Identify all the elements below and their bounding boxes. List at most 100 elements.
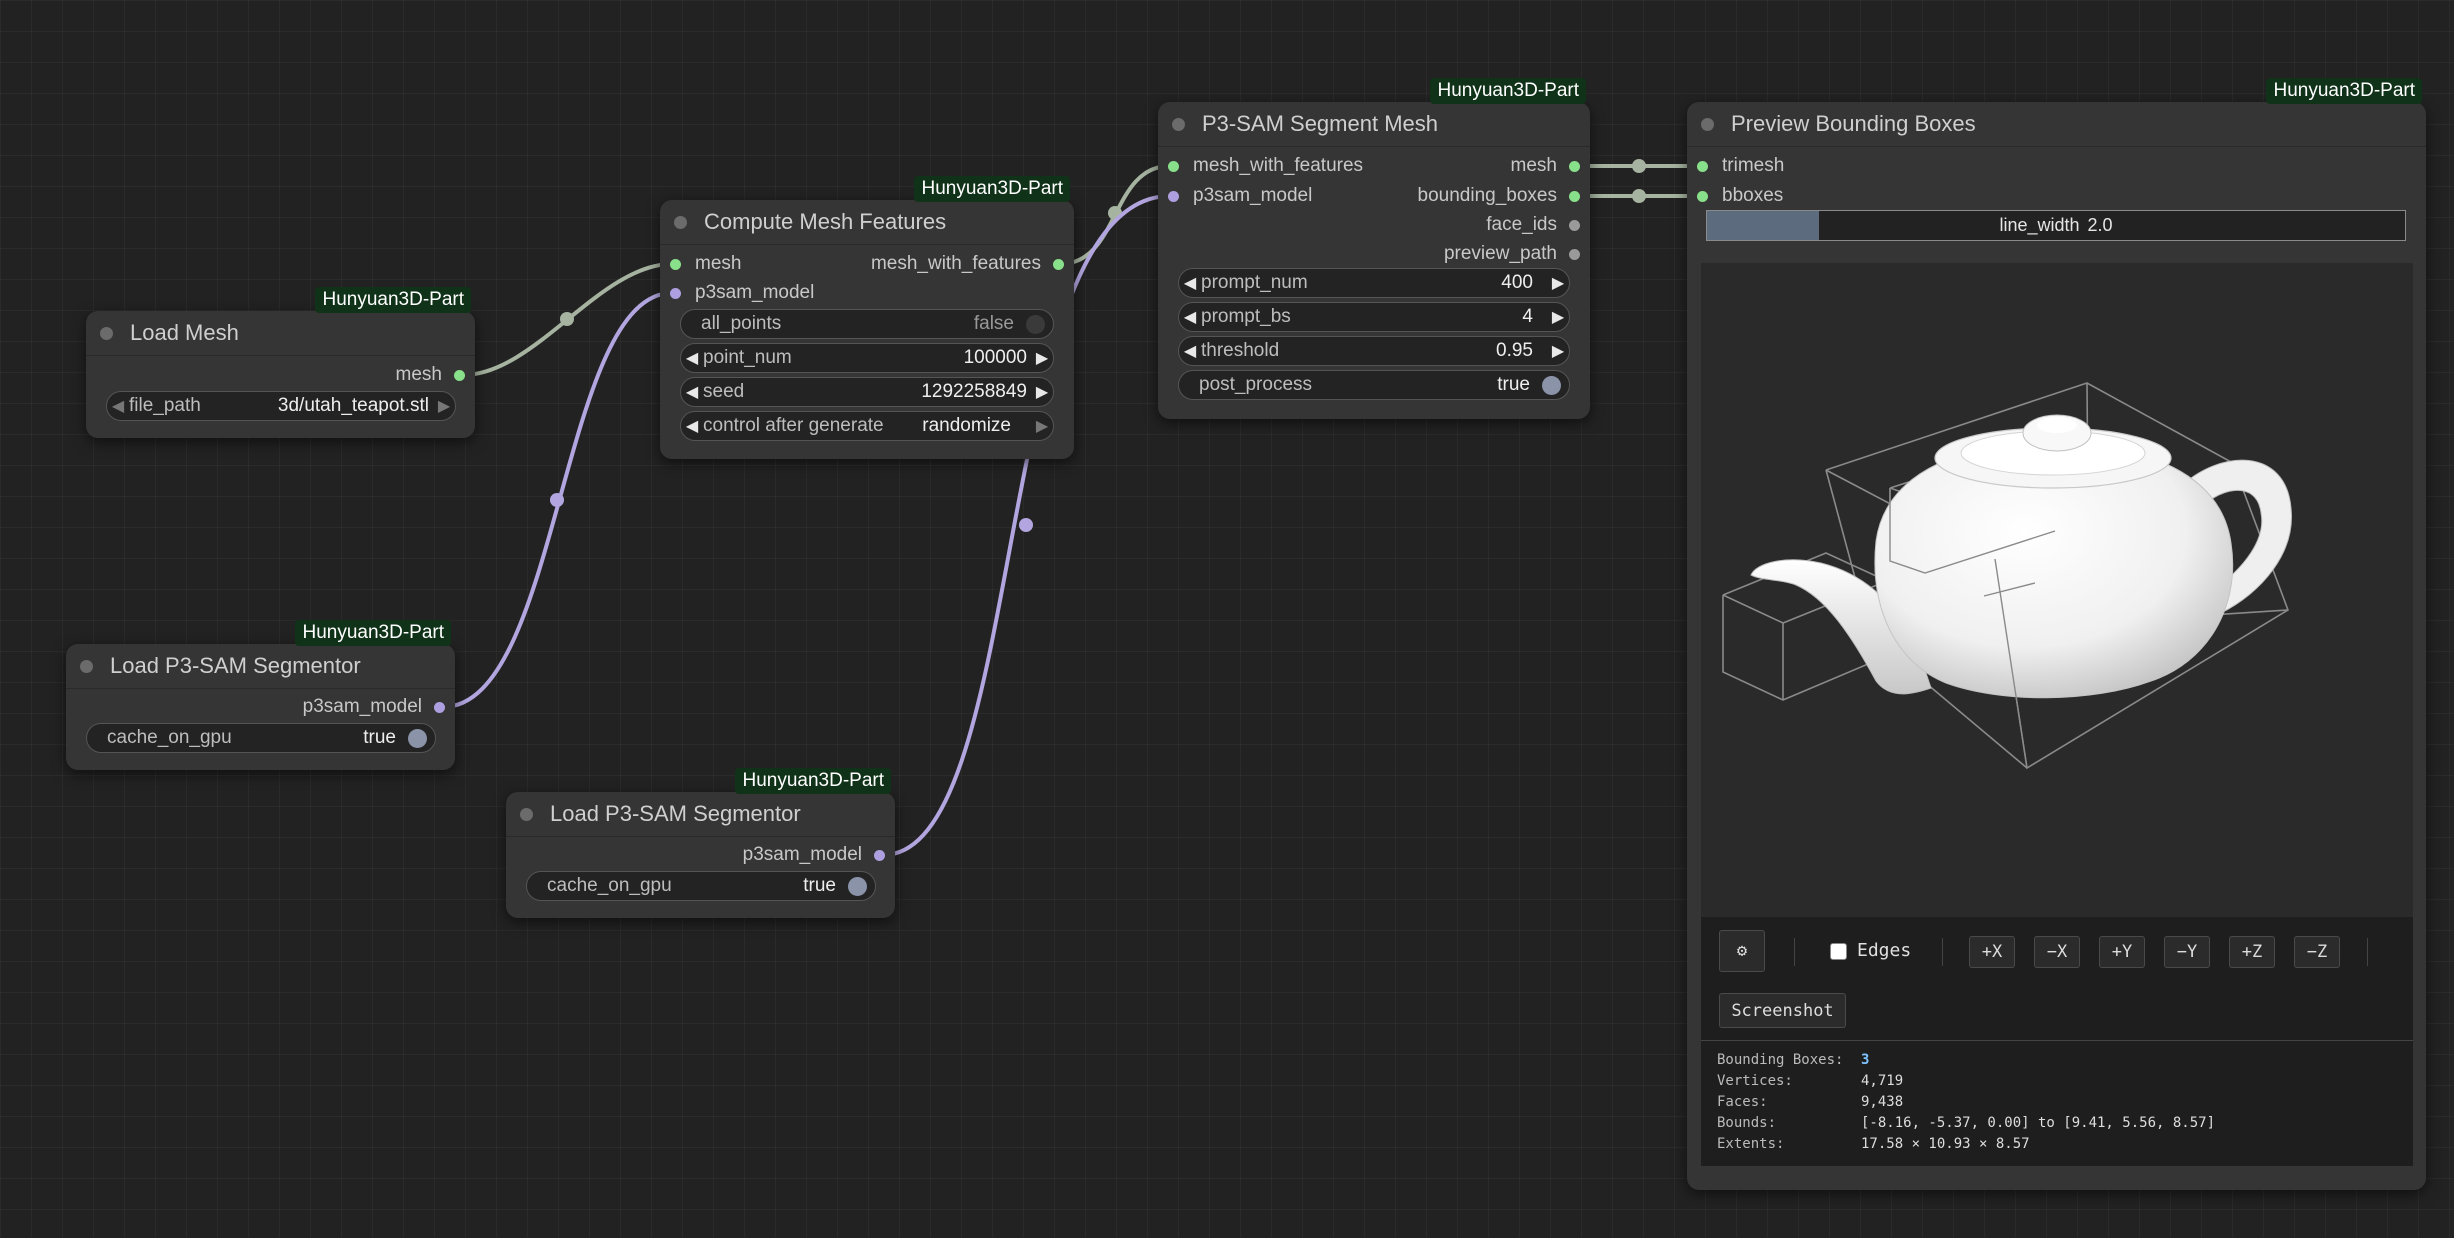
post-process-toggle[interactable]: post_process true — [1178, 370, 1570, 400]
collapse-dot[interactable] — [520, 807, 533, 821]
slot-dot[interactable] — [670, 287, 681, 299]
node-load-p3sam-segmentor[interactable]: Hunyuan3D-Part Load P3-SAM Segmentor p3s… — [506, 768, 895, 918]
wire-model-to-compute[interactable] — [442, 291, 673, 709]
edges-checkbox[interactable] — [1830, 943, 1847, 960]
slot-label: preview_path — [1443, 243, 1557, 264]
collapse-dot[interactable] — [1701, 117, 1714, 131]
slot-dot[interactable] — [874, 849, 885, 861]
node-header[interactable]: Preview Bounding Boxes — [1687, 102, 2426, 147]
wire-reroute-dot[interactable] — [1108, 206, 1122, 220]
arrow-right-icon[interactable]: ▶ — [1031, 416, 1053, 436]
wire-reroute-dot[interactable] — [1632, 159, 1646, 173]
arrow-left-icon[interactable]: ◀ — [1179, 341, 1201, 361]
slot-dot[interactable] — [1697, 190, 1708, 202]
widget-value: 4 — [1522, 306, 1533, 327]
widget-name: threshold — [1201, 340, 1280, 361]
wire-reroute-dot[interactable] — [550, 493, 564, 507]
arrow-left-icon[interactable]: ◀ — [1179, 273, 1201, 293]
slot-dot[interactable] — [1569, 219, 1580, 231]
input-slot-mesh-with-features[interactable]: mesh_with_features — [1168, 152, 1363, 180]
control-after-generate-combo[interactable]: ◀ control after generate randomize ▶ — [680, 411, 1054, 441]
toggle-knob[interactable] — [1542, 375, 1561, 395]
output-slot-mesh[interactable]: mesh — [1511, 152, 1580, 180]
view-minus-x-button[interactable]: −X — [2034, 936, 2080, 968]
cache-on-gpu-toggle[interactable]: cache_on_gpu true — [86, 723, 436, 753]
view-plus-y-button[interactable]: +Y — [2099, 936, 2145, 968]
gear-icon: ⚙ — [1736, 941, 1748, 961]
view-plus-z-button[interactable]: +Z — [2229, 936, 2275, 968]
cache-on-gpu-toggle[interactable]: cache_on_gpu true — [526, 871, 876, 901]
output-slot-p3sam-model[interactable]: p3sam_model — [303, 693, 445, 721]
input-slot-p3sam-model[interactable]: p3sam_model — [1168, 182, 1312, 210]
collapse-dot[interactable] — [100, 326, 113, 340]
collapse-dot[interactable] — [674, 215, 687, 229]
arrow-right-icon[interactable]: ▶ — [1547, 273, 1569, 293]
arrow-right-icon[interactable]: ▶ — [1031, 348, 1053, 368]
arrow-left-icon[interactable]: ◀ — [1179, 307, 1201, 327]
prompt-num-number[interactable]: ◀ prompt_num 400 ▶ — [1178, 268, 1570, 298]
view-minus-y-button[interactable]: −Y — [2164, 936, 2210, 968]
output-slot-face-ids[interactable]: face_ids — [1486, 211, 1580, 239]
file-path-combo[interactable]: ◀ file_path 3d/utah_teapot.stl ▶ — [106, 391, 456, 421]
node-compute-mesh-features[interactable]: Hunyuan3D-Part Compute Mesh Features mes… — [660, 176, 1074, 459]
input-slot-mesh[interactable]: mesh — [670, 250, 741, 278]
slot-dot[interactable] — [1569, 160, 1580, 172]
arrow-left-icon[interactable]: ◀ — [681, 348, 703, 368]
line-width-slider[interactable]: line_width 2.0 — [1706, 210, 2406, 241]
node-load-p3sam-segmentor[interactable]: Hunyuan3D-Part Load P3-SAM Segmentor p3s… — [66, 620, 455, 770]
node-header[interactable]: Load P3-SAM Segmentor — [506, 792, 895, 837]
arrow-right-icon[interactable]: ▶ — [1031, 382, 1053, 402]
arrow-left-icon[interactable]: ◀ — [107, 396, 129, 416]
wire-reroute-dot[interactable] — [1632, 189, 1646, 203]
seed-number[interactable]: ◀ seed 1292258849 ▶ — [680, 377, 1054, 407]
slot-dot[interactable] — [454, 369, 465, 381]
arrow-right-icon[interactable]: ▶ — [1547, 341, 1569, 361]
prompt-bs-number[interactable]: ◀ prompt_bs 4 ▶ — [1178, 302, 1570, 332]
collapse-dot[interactable] — [80, 659, 93, 673]
node-header[interactable]: P3-SAM Segment Mesh — [1158, 102, 1590, 147]
output-slot-p3sam-model[interactable]: p3sam_model — [743, 841, 885, 869]
wire-mesh-to-compute[interactable] — [462, 262, 673, 377]
view-minus-z-button[interactable]: −Z — [2294, 936, 2340, 968]
arrow-right-icon[interactable]: ▶ — [1547, 307, 1569, 327]
node-header[interactable]: Load Mesh — [86, 311, 475, 356]
widget-name: seed — [703, 381, 745, 402]
view-plus-x-button[interactable]: +X — [1969, 936, 2015, 968]
slot-dot[interactable] — [1168, 160, 1179, 172]
toggle-knob[interactable] — [1026, 314, 1045, 334]
threshold-number[interactable]: ◀ threshold 0.95 ▶ — [1178, 336, 1570, 366]
slot-dot[interactable] — [1569, 248, 1580, 260]
widget-name: control after generate — [703, 415, 884, 436]
slot-dot[interactable] — [1168, 190, 1179, 202]
node-p3sam-segment-mesh[interactable]: Hunyuan3D-Part P3-SAM Segment Mesh mesh_… — [1158, 78, 1590, 419]
output-slot-preview-path[interactable]: preview_path — [1444, 240, 1580, 268]
node-header[interactable]: Load P3-SAM Segmentor — [66, 644, 455, 689]
3d-viewport[interactable] — [1701, 263, 2413, 917]
slot-dot[interactable] — [434, 701, 445, 713]
settings-button[interactable]: ⚙ — [1719, 930, 1765, 972]
arrow-left-icon[interactable]: ◀ — [681, 382, 703, 402]
arrow-left-icon[interactable]: ◀ — [681, 416, 703, 436]
slot-dot[interactable] — [1569, 190, 1580, 202]
point-num-number[interactable]: ◀ point_num 100000 ▶ — [680, 343, 1054, 373]
node-header[interactable]: Compute Mesh Features — [660, 200, 1074, 245]
output-slot-mesh-with-features[interactable]: mesh_with_features — [871, 250, 1064, 278]
wire-features-to-segment[interactable] — [1059, 164, 1171, 266]
all-points-toggle[interactable]: all_points false — [680, 309, 1054, 339]
input-slot-bboxes[interactable]: bboxes — [1697, 182, 1783, 210]
arrow-right-icon[interactable]: ▶ — [433, 396, 455, 416]
output-slot-mesh[interactable]: mesh — [396, 361, 465, 389]
output-slot-bounding-boxes[interactable]: bounding_boxes — [1418, 182, 1580, 210]
input-slot-p3sam-model[interactable]: p3sam_model — [670, 279, 814, 307]
wire-reroute-dot[interactable] — [1019, 518, 1033, 532]
node-load-mesh[interactable]: Hunyuan3D-Part Load Mesh mesh ◀ file_pat… — [86, 287, 475, 438]
slot-dot[interactable] — [670, 258, 681, 270]
toggle-knob[interactable] — [408, 728, 427, 748]
slot-dot[interactable] — [1697, 160, 1708, 172]
collapse-dot[interactable] — [1172, 117, 1185, 131]
slot-dot[interactable] — [1053, 258, 1064, 270]
screenshot-button[interactable]: Screenshot — [1719, 993, 1846, 1028]
wire-reroute-dot[interactable] — [560, 312, 574, 326]
input-slot-trimesh[interactable]: trimesh — [1697, 152, 1784, 180]
toggle-knob[interactable] — [848, 876, 867, 896]
